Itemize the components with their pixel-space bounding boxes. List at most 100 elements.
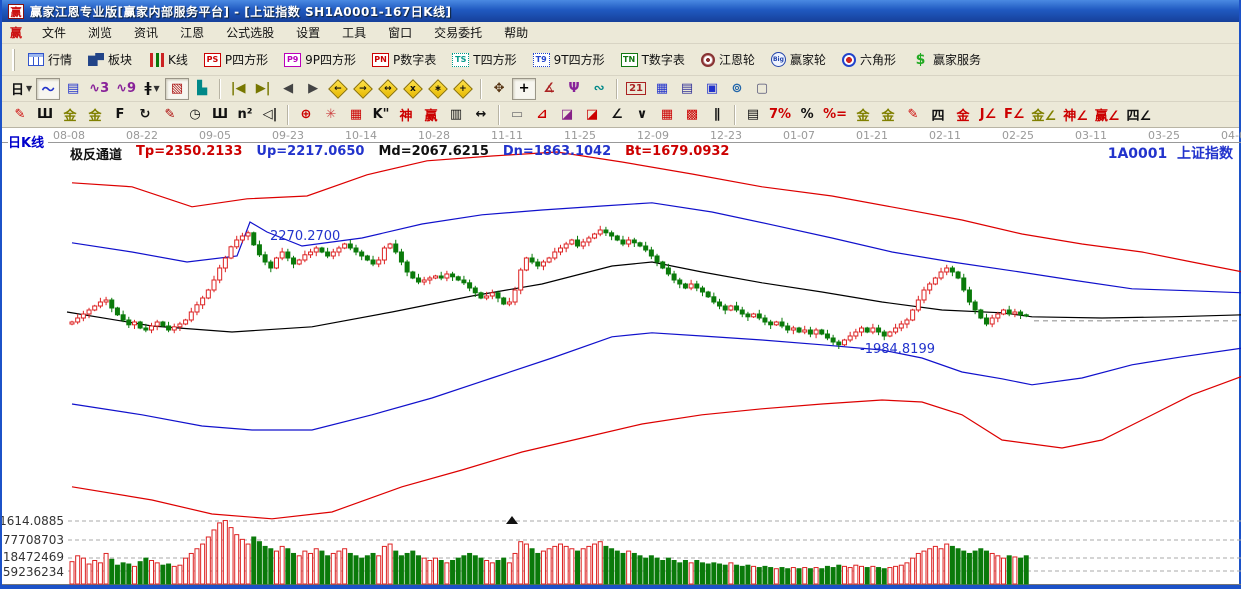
kline-button[interactable]: K线	[141, 47, 195, 72]
winner-wheel-button[interactable]: Big 赢家轮	[764, 47, 833, 72]
menu-item-9[interactable]: 帮助	[494, 22, 538, 43]
k-quote-tool[interactable]: K"	[369, 104, 393, 126]
gold-red-tool[interactable]: 金	[951, 104, 975, 126]
system-button[interactable]: ▢	[750, 78, 774, 100]
9t-square-button[interactable]: T9 9T四方形	[526, 47, 612, 72]
brain-map-tool[interactable]: ∾	[587, 78, 611, 100]
gann-wheel-button[interactable]: 江恩轮	[694, 47, 762, 72]
diamond-hstretch-button[interactable]: ↔	[376, 78, 400, 100]
prev-bar-button[interactable]: ◀	[276, 78, 300, 100]
t-square-button[interactable]: TS T四方形	[445, 47, 523, 72]
fan-box-red-tool[interactable]: ◪	[580, 104, 604, 126]
parallel-lines-tool[interactable]: ∥	[705, 104, 729, 126]
date-tick-label: 10-14	[345, 129, 377, 142]
last-bar-button[interactable]: ▶|	[251, 78, 275, 100]
crosshair-tool[interactable]: +	[512, 77, 537, 100]
fan-box-purple-tool[interactable]: ◪	[555, 104, 579, 126]
info-note-tool[interactable]: ▤	[61, 78, 85, 100]
f-angle-tool[interactable]: F∠	[1001, 104, 1028, 126]
spiral-tool[interactable]: ↻	[133, 104, 157, 126]
calendar-button[interactable]: 21	[623, 78, 649, 100]
gold-circle-tool[interactable]: 金	[851, 104, 875, 126]
fan-red-tool[interactable]: ⊿	[530, 104, 554, 126]
menu-item-1[interactable]: 浏览	[78, 22, 122, 43]
four-square-tool[interactable]: 四	[926, 104, 950, 126]
flag-pen-tool[interactable]: ✎	[901, 104, 925, 126]
diamond-left-button[interactable]: ←	[326, 78, 350, 100]
n-square-tool[interactable]: n²	[233, 104, 257, 126]
angle-pen-tool[interactable]: ◁|	[258, 104, 282, 126]
t-table-button[interactable]: TN T数字表	[614, 47, 692, 72]
menu-item-3[interactable]: 江恩	[170, 22, 214, 43]
f-fence-tool[interactable]: F	[108, 104, 132, 126]
menu-item-5[interactable]: 设置	[286, 22, 330, 43]
diamond-compress-button[interactable]: x	[401, 78, 425, 100]
ying-grid-tool[interactable]: 赢	[419, 104, 443, 126]
calculator-button[interactable]: ▦	[650, 78, 674, 100]
time-clock-tool[interactable]: ◷	[183, 104, 207, 126]
shen-angle-tool[interactable]: 神∠	[1060, 104, 1091, 126]
candle-marker-dropdown[interactable]: ǂ ▼	[140, 78, 164, 100]
diamond-expand-button[interactable]: ∗	[426, 78, 450, 100]
grid-red-tool[interactable]: ▦	[655, 104, 679, 126]
next-bar-button[interactable]: ▶	[301, 78, 325, 100]
pan-hand-tool[interactable]: ✥	[487, 78, 511, 100]
angle-lines-tool[interactable]: ∠	[605, 104, 629, 126]
p-table-button[interactable]: PN P数字表	[365, 47, 443, 72]
menu-item-0[interactable]: 文件	[32, 22, 76, 43]
star-web-tool[interactable]: ✳	[319, 104, 343, 126]
zigzag-overlay-tool[interactable]: 〜	[36, 77, 61, 100]
gann-hat-tool[interactable]: Ψ	[562, 78, 586, 100]
percent-line-tool[interactable]: 7%	[766, 104, 794, 126]
target-tool[interactable]: ⊕	[294, 104, 318, 126]
diamond-right-button[interactable]: →	[351, 78, 375, 100]
9p-square-button[interactable]: P9 9P四方形	[277, 47, 363, 72]
first-bar-button[interactable]: |◀	[226, 78, 250, 100]
percent-tool[interactable]: %	[795, 104, 819, 126]
price-bars-tool[interactable]: ▤	[741, 104, 765, 126]
gann-box-tool[interactable]: ▭	[505, 104, 529, 126]
web-sync-button[interactable]: ⊚	[725, 78, 749, 100]
quotes-button[interactable]: 行情	[21, 47, 79, 72]
pattern-box-tool[interactable]: ▧	[165, 77, 190, 100]
p-square-button[interactable]: PS P四方形	[197, 47, 275, 72]
shen-grid-tool[interactable]: 神	[394, 104, 418, 126]
menu-item-8[interactable]: 交易委托	[424, 22, 492, 43]
sectors-icon	[88, 53, 105, 66]
sectors-button[interactable]: 板块	[81, 47, 139, 72]
gold-fence-tool-2[interactable]: 金	[83, 104, 107, 126]
kline-chart-canvas[interactable]: 08-08 08-22 09-05 09-23 10-14 10-28 11-11 11-25…	[2, 128, 1241, 585]
time-fence-tool[interactable]: Ш	[33, 104, 57, 126]
gann-pen-tool[interactable]: ✎	[8, 104, 32, 126]
channel-line	[71, 151, 1241, 273]
wave-3-tool[interactable]: ∿3	[86, 78, 112, 100]
save-button[interactable]: ▣	[700, 78, 724, 100]
menu-item-2[interactable]: 资讯	[124, 22, 168, 43]
j-angle-tool[interactable]: J∠	[976, 104, 1000, 126]
menu-item-6[interactable]: 工具	[332, 22, 376, 43]
gold-fence-tool-1[interactable]: 金	[58, 104, 82, 126]
profile-chart-tool[interactable]: ▙	[190, 78, 214, 100]
gold-angle-tool[interactable]: 金∠	[1029, 104, 1060, 126]
diamond-move-button[interactable]: +	[451, 78, 475, 100]
grid-red2-tool[interactable]: ▩	[680, 104, 704, 126]
zigzag-v-tool[interactable]: ∨	[630, 104, 654, 126]
ruler-tool[interactable]: ▥	[444, 104, 468, 126]
ying-angle-tool[interactable]: 赢∠	[1092, 104, 1123, 126]
winner-service-button[interactable]: $ 赢家服务	[905, 47, 988, 72]
chart-style-dropdown[interactable]: 日 ▼	[8, 78, 35, 100]
menu-item-4[interactable]: 公式选股	[216, 22, 284, 43]
notes-button[interactable]: ▤	[675, 78, 699, 100]
four-angle-tool[interactable]: 四∠	[1124, 104, 1155, 126]
shen-angle-icon: 神∠	[1063, 109, 1088, 124]
grid-web-tool[interactable]: ▦	[344, 104, 368, 126]
percent-eq-tool[interactable]: %=	[820, 104, 850, 126]
red-pen-tool[interactable]: ✎	[158, 104, 182, 126]
gold-line-tool[interactable]: 金	[876, 104, 900, 126]
protractor-tool[interactable]: ∡	[537, 78, 561, 100]
fence2-tool[interactable]: Ш	[208, 104, 232, 126]
menu-item-7[interactable]: 窗口	[378, 22, 422, 43]
hexagon-button[interactable]: 六角形	[835, 47, 903, 72]
wave-9-tool[interactable]: ∿9	[113, 78, 139, 100]
width-measure-tool[interactable]: ↔	[469, 104, 493, 126]
